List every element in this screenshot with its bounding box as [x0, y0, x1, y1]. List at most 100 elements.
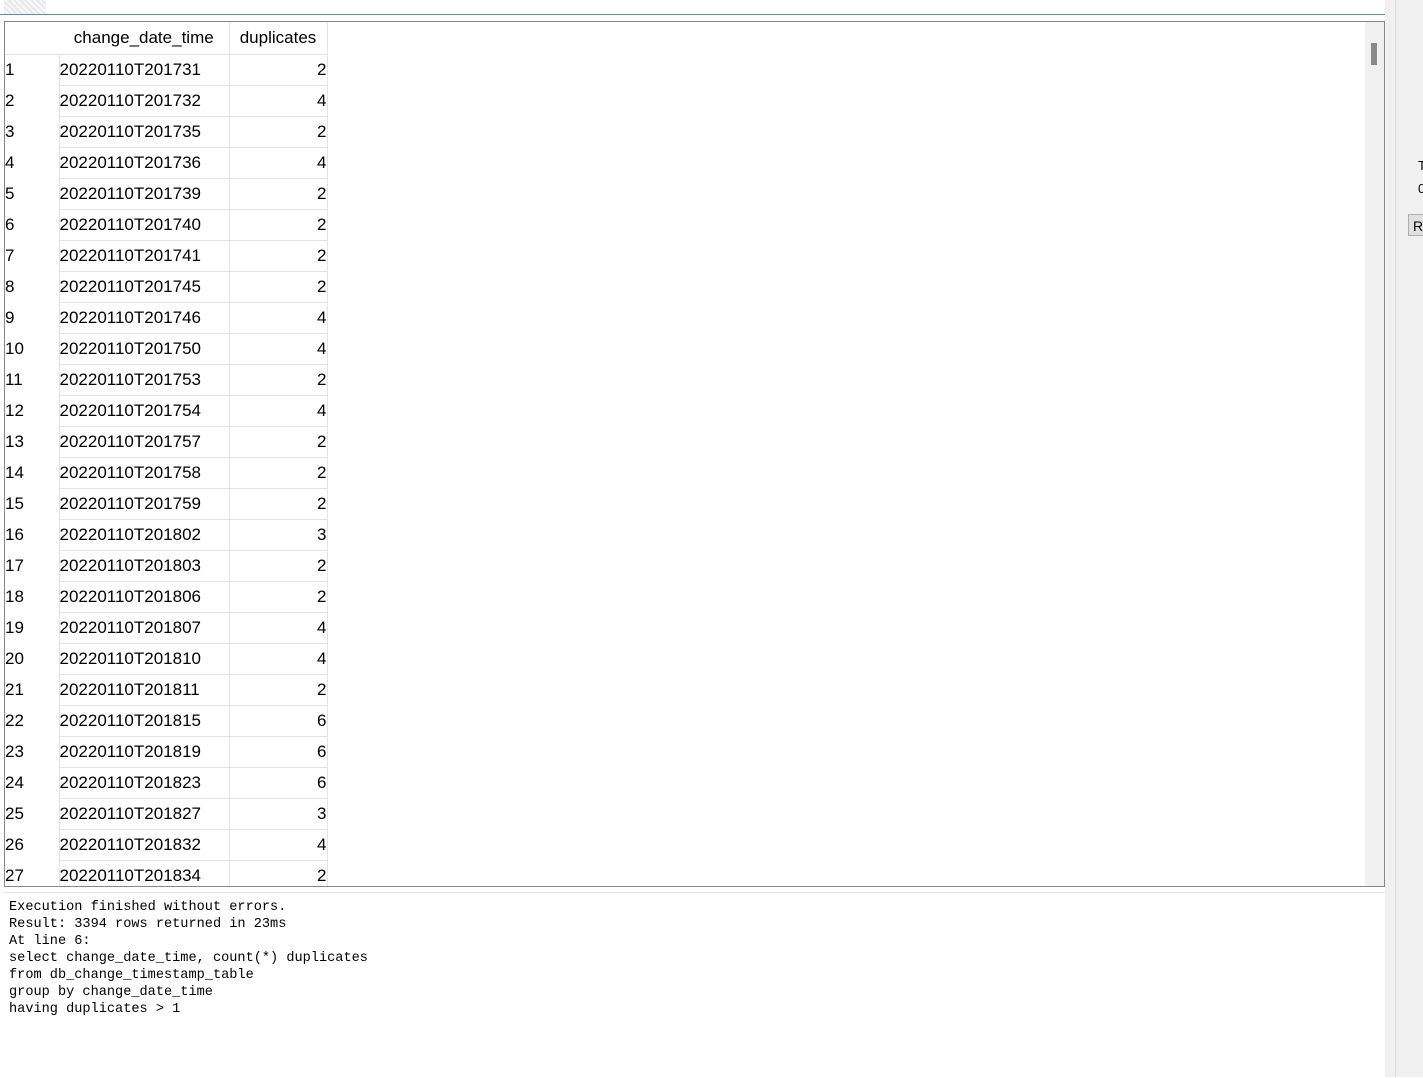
cell-change-date-time[interactable]: 20220110T201750: [58, 333, 230, 365]
table-row[interactable]: 14 20220110T201758 2: [5, 457, 328, 489]
row-number[interactable]: 12: [5, 396, 59, 427]
row-number[interactable]: 3: [5, 117, 59, 148]
row-number[interactable]: 24: [5, 768, 59, 799]
cell-change-date-time[interactable]: 20220110T201736: [58, 147, 230, 179]
cell-duplicates[interactable]: 6: [229, 767, 328, 799]
table-row[interactable]: 6 20220110T201740 2: [5, 209, 328, 241]
cell-change-date-time[interactable]: 20220110T201757: [58, 426, 230, 458]
row-number[interactable]: 18: [5, 582, 59, 613]
cell-duplicates[interactable]: 2: [229, 581, 328, 613]
cell-change-date-time[interactable]: 20220110T201819: [58, 736, 230, 768]
cell-duplicates[interactable]: 6: [229, 705, 328, 737]
message-pane[interactable]: Execution finished without errors. Result…: [4, 892, 1385, 1078]
row-header-corner[interactable]: [5, 22, 59, 55]
row-number[interactable]: 1: [5, 55, 59, 86]
cell-duplicates[interactable]: 2: [229, 178, 328, 210]
table-row[interactable]: 7 20220110T201741 2: [5, 240, 328, 272]
row-number[interactable]: 19: [5, 613, 59, 644]
table-row[interactable]: 20 20220110T201810 4: [5, 643, 328, 675]
cell-duplicates[interactable]: 4: [229, 829, 328, 861]
cell-duplicates[interactable]: 2: [229, 457, 328, 489]
table-row[interactable]: 2 20220110T201732 4: [5, 85, 328, 117]
table-row[interactable]: 16 20220110T201802 3: [5, 519, 328, 551]
cell-change-date-time[interactable]: 20220110T201735: [58, 116, 230, 148]
table-row[interactable]: 4 20220110T201736 4: [5, 147, 328, 179]
cell-duplicates[interactable]: 2: [229, 674, 328, 706]
cell-duplicates[interactable]: 3: [229, 519, 328, 551]
row-number[interactable]: 26: [5, 830, 59, 861]
cell-duplicates[interactable]: 2: [229, 240, 328, 272]
vertical-scrollbar[interactable]: [1365, 22, 1384, 886]
cell-change-date-time[interactable]: 20220110T201754: [58, 395, 230, 427]
cell-change-date-time[interactable]: 20220110T201759: [58, 488, 230, 520]
row-number[interactable]: 16: [5, 520, 59, 551]
row-number[interactable]: 21: [5, 675, 59, 706]
column-header-change-date-time[interactable]: change_date_time: [59, 22, 230, 55]
row-number[interactable]: 14: [5, 458, 59, 489]
cell-change-date-time[interactable]: 20220110T201731: [58, 54, 230, 86]
table-row[interactable]: 11 20220110T201753 2: [5, 364, 328, 396]
cell-change-date-time[interactable]: 20220110T201739: [58, 178, 230, 210]
row-number[interactable]: 25: [5, 799, 59, 830]
side-panel-button[interactable]: Re: [1408, 214, 1423, 236]
row-number[interactable]: 5: [5, 179, 59, 210]
row-number[interactable]: 4: [5, 148, 59, 179]
cell-change-date-time[interactable]: 20220110T201823: [58, 767, 230, 799]
cell-duplicates[interactable]: 2: [229, 426, 328, 458]
row-number[interactable]: 2: [5, 86, 59, 117]
row-number[interactable]: 6: [5, 210, 59, 241]
cell-change-date-time[interactable]: 20220110T201740: [58, 209, 230, 241]
cell-duplicates[interactable]: 2: [229, 271, 328, 303]
cell-duplicates[interactable]: 4: [229, 147, 328, 179]
cell-duplicates[interactable]: 2: [229, 364, 328, 396]
row-number[interactable]: 22: [5, 706, 59, 737]
table-row[interactable]: 8 20220110T201745 2: [5, 271, 328, 303]
table-row[interactable]: 23 20220110T201819 6: [5, 736, 328, 768]
cell-change-date-time[interactable]: 20220110T201834: [58, 860, 230, 886]
cell-change-date-time[interactable]: 20220110T201810: [58, 643, 230, 675]
table-row[interactable]: 1 20220110T201731 2: [5, 54, 328, 86]
cell-change-date-time[interactable]: 20220110T201753: [58, 364, 230, 396]
cell-change-date-time[interactable]: 20220110T201815: [58, 705, 230, 737]
table-row[interactable]: 19 20220110T201807 4: [5, 612, 328, 644]
row-number[interactable]: 27: [5, 861, 59, 887]
cell-change-date-time[interactable]: 20220110T201803: [58, 550, 230, 582]
cell-duplicates[interactable]: 2: [229, 116, 328, 148]
splitter[interactable]: [1385, 0, 1395, 1077]
cell-change-date-time[interactable]: 20220110T201807: [58, 612, 230, 644]
table-row[interactable]: 15 20220110T201759 2: [5, 488, 328, 520]
table-row[interactable]: 25 20220110T201827 3: [5, 798, 328, 830]
cell-duplicates[interactable]: 4: [229, 85, 328, 117]
table-row[interactable]: 13 20220110T201757 2: [5, 426, 328, 458]
cell-duplicates[interactable]: 4: [229, 612, 328, 644]
cell-change-date-time[interactable]: 20220110T201827: [58, 798, 230, 830]
table-row[interactable]: 5 20220110T201739 2: [5, 178, 328, 210]
row-number[interactable]: 9: [5, 303, 59, 334]
cell-duplicates[interactable]: 2: [229, 550, 328, 582]
cell-duplicates[interactable]: 3: [229, 798, 328, 830]
row-number[interactable]: 13: [5, 427, 59, 458]
row-number[interactable]: 10: [5, 334, 59, 365]
table-row[interactable]: 18 20220110T201806 2: [5, 581, 328, 613]
row-number[interactable]: 15: [5, 489, 59, 520]
cell-change-date-time[interactable]: 20220110T201802: [58, 519, 230, 551]
row-number[interactable]: 17: [5, 551, 59, 582]
row-number[interactable]: 23: [5, 737, 59, 768]
scrollbar-thumb[interactable]: [1371, 43, 1377, 65]
row-number[interactable]: 11: [5, 365, 59, 396]
cell-change-date-time[interactable]: 20220110T201806: [58, 581, 230, 613]
table-row[interactable]: 9 20220110T201746 4: [5, 302, 328, 334]
table-row[interactable]: 10 20220110T201750 4: [5, 333, 328, 365]
cell-duplicates[interactable]: 2: [229, 860, 328, 886]
table-row[interactable]: 17 20220110T201803 2: [5, 550, 328, 582]
table-row[interactable]: 27 20220110T201834 2: [5, 860, 328, 887]
row-number[interactable]: 7: [5, 241, 59, 272]
table-row[interactable]: 12 20220110T201754 4: [5, 395, 328, 427]
row-number[interactable]: 8: [5, 272, 59, 303]
table-row[interactable]: 3 20220110T201735 2: [5, 116, 328, 148]
row-number[interactable]: 20: [5, 644, 59, 675]
cell-change-date-time[interactable]: 20220110T201758: [58, 457, 230, 489]
table-row[interactable]: 26 20220110T201832 4: [5, 829, 328, 861]
table-row[interactable]: 24 20220110T201823 6: [5, 767, 328, 799]
cell-change-date-time[interactable]: 20220110T201811: [58, 674, 230, 706]
